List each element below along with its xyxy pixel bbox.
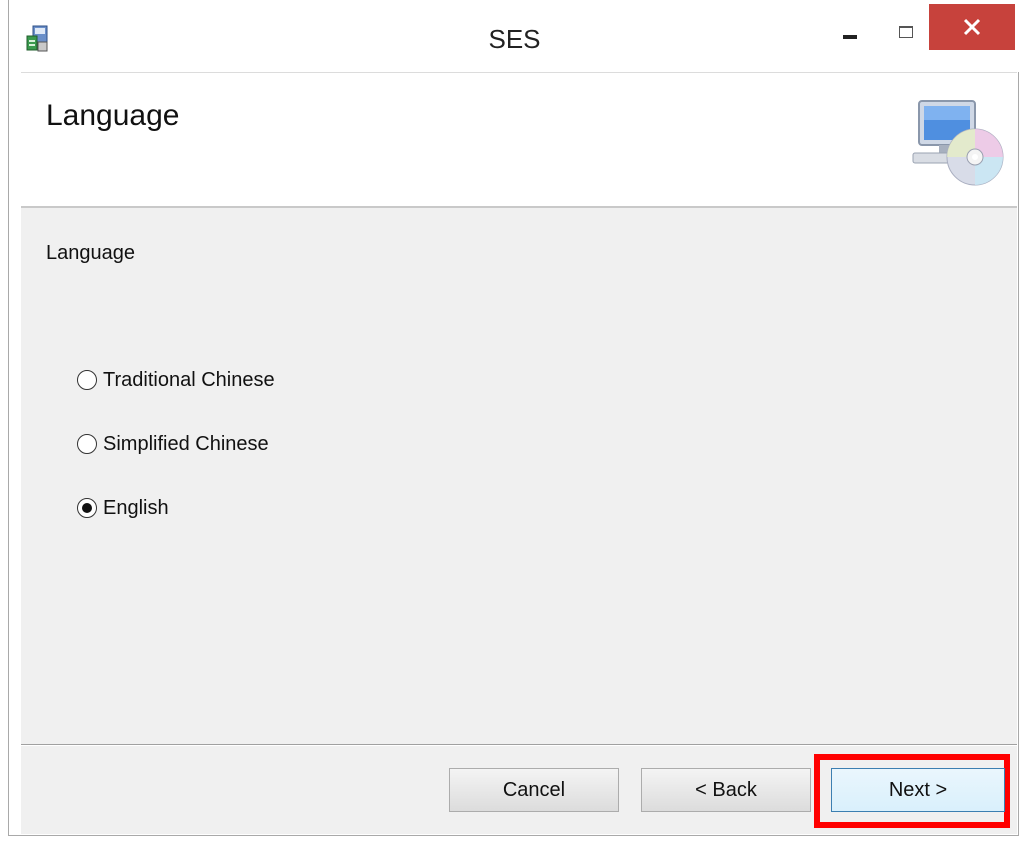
minimize-button[interactable] xyxy=(827,6,875,50)
close-button[interactable] xyxy=(929,4,1015,50)
page-title: Language xyxy=(46,99,180,132)
radio-english[interactable]: English xyxy=(77,492,169,524)
section-label: Language xyxy=(46,242,135,264)
radio-circle[interactable] xyxy=(77,434,97,454)
close-icon xyxy=(963,18,981,36)
next-button[interactable]: Next > xyxy=(831,768,1005,812)
installer-window: SES Language Language Traditional Chines… xyxy=(8,0,1020,836)
back-button[interactable]: < Back xyxy=(641,768,811,812)
cancel-button[interactable]: Cancel xyxy=(449,768,619,812)
minimize-icon xyxy=(843,35,857,39)
title-bar: SES xyxy=(9,0,1020,72)
radio-traditional-chinese[interactable]: Traditional Chinese xyxy=(77,364,275,396)
computer-cd-icon xyxy=(912,100,1004,186)
radio-circle-selected[interactable] xyxy=(77,498,97,518)
maximize-button[interactable] xyxy=(881,6,929,50)
radio-label: English xyxy=(103,496,169,519)
radio-label: Traditional Chinese xyxy=(103,368,275,391)
maximize-icon xyxy=(899,26,913,38)
wizard-header: Language xyxy=(21,72,1017,208)
wizard-footer: Cancel < Back Next > xyxy=(21,746,1017,834)
radio-simplified-chinese[interactable]: Simplified Chinese xyxy=(77,428,269,460)
wizard-content: Language Traditional Chinese Simplified … xyxy=(21,208,1017,744)
radio-label: Simplified Chinese xyxy=(103,432,269,455)
radio-circle[interactable] xyxy=(77,370,97,390)
